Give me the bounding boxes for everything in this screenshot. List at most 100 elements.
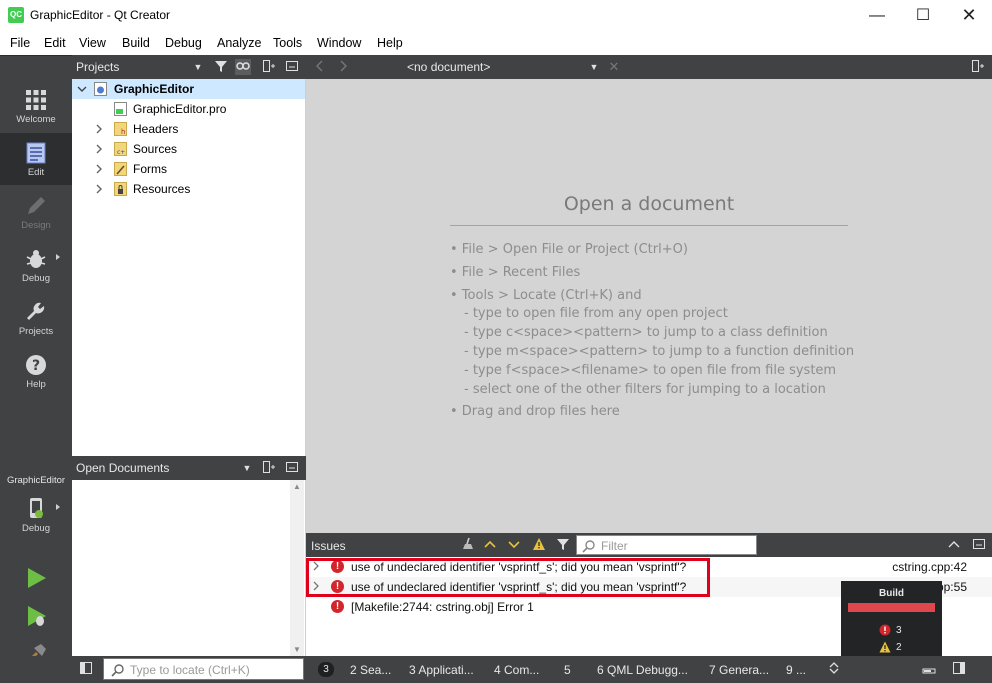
warning-filter-icon[interactable] [531, 537, 547, 553]
tree-item-sources[interactable]: c+ Sources [72, 139, 305, 159]
toggle-right-sidebar-icon[interactable] [951, 661, 967, 677]
mode-help[interactable]: ? Help [0, 345, 72, 397]
close-pane-icon[interactable] [971, 537, 987, 553]
clean-icon[interactable] [459, 537, 475, 553]
mode-label: Welcome [16, 114, 56, 125]
menu-build[interactable]: Build [122, 36, 150, 50]
search-icon [582, 540, 595, 553]
close-button[interactable]: ✕ [946, 0, 992, 31]
split-icon[interactable] [261, 59, 277, 75]
tab-compile-output[interactable]: 4 Com... [494, 663, 539, 677]
locate-input[interactable]: Type to locate (Ctrl+K) [103, 658, 304, 680]
menu-file[interactable]: File [10, 36, 30, 50]
question-icon: ? [26, 355, 46, 375]
chevron-right-icon[interactable] [94, 162, 104, 176]
chevron-up-icon[interactable] [482, 537, 498, 553]
chevron-down-icon[interactable] [77, 82, 87, 96]
scroll-up-icon[interactable]: ▲ [293, 482, 301, 491]
menu-analyze[interactable]: Analyze [217, 36, 261, 50]
close-pane-icon[interactable] [284, 59, 300, 75]
hint-recent-files: • File > Recent Files [450, 265, 581, 280]
caret-right-icon [56, 254, 60, 260]
kit-selector[interactable]: Debug [0, 489, 72, 541]
issues-filter-input[interactable]: Filter [576, 535, 757, 555]
close-pane-icon[interactable] [284, 460, 300, 476]
mode-projects[interactable]: Projects [0, 292, 72, 344]
menu-help[interactable]: Help [377, 36, 403, 50]
menu-tools[interactable]: Tools [273, 36, 302, 50]
menu-edit[interactable]: Edit [44, 36, 66, 50]
mode-selector: Welcome Edit Design Debug Projects ? Hel… [0, 55, 72, 683]
chevron-right-icon[interactable] [94, 182, 104, 196]
issue-location[interactable]: cstring.cpp:42 [892, 560, 967, 574]
issues-count-badge[interactable]: 3 [318, 662, 334, 677]
menu-debug[interactable]: Debug [165, 36, 202, 50]
back-arrow-icon[interactable] [312, 59, 328, 75]
mode-edit[interactable]: Edit [0, 133, 72, 185]
minimize-button[interactable]: — [854, 0, 900, 31]
chevron-up-down-icon[interactable] [826, 661, 842, 677]
maximize-button[interactable]: ☐ [900, 0, 946, 31]
chevron-down-icon[interactable] [506, 537, 522, 553]
tab-application-output[interactable]: 3 Applicati... [409, 663, 474, 677]
run-button[interactable] [24, 566, 48, 590]
qt-project-icon [94, 82, 107, 96]
chevron-right-icon[interactable] [94, 142, 104, 156]
tab-search-results[interactable]: 2 Sea... [350, 663, 391, 677]
build-progress-bar [848, 603, 935, 612]
issues-filter-placeholder: Filter [601, 539, 628, 553]
link-icon[interactable] [235, 59, 251, 75]
editor-area[interactable]: Open a document • File > Open File or Pr… [306, 79, 992, 533]
projects-panel-header: Projects ▼ [72, 55, 306, 79]
title-bar: QC GraphicEditor - Qt Creator — ☐ ✕ [0, 0, 992, 31]
mode-label: Debug [22, 273, 50, 284]
issues-title: Issues [311, 539, 346, 553]
chevron-down-icon[interactable]: ▼ [190, 59, 206, 75]
hint-locate-filters: - select one of the other filters for ju… [464, 382, 826, 397]
tree-label: Forms [133, 162, 167, 176]
divider [450, 225, 848, 226]
forward-arrow-icon[interactable] [335, 59, 351, 75]
highlight-box [306, 558, 710, 597]
tab-qml-debugger[interactable]: 6 QML Debugg... [597, 663, 688, 677]
tab-general-messages[interactable]: 7 Genera... [709, 663, 769, 677]
warning-count: 2 [896, 642, 902, 653]
document-combo[interactable]: <no document> [407, 60, 490, 74]
menu-view[interactable]: View [79, 36, 106, 50]
tab-9[interactable]: 9 ... [786, 663, 806, 677]
debug-run-button[interactable] [24, 604, 48, 628]
filter-icon[interactable] [555, 537, 571, 553]
menu-window[interactable]: Window [317, 36, 361, 50]
open-documents-title: Open Documents [76, 461, 170, 475]
tab-5[interactable]: 5 [564, 663, 571, 677]
chevron-right-icon[interactable] [94, 122, 104, 136]
split-icon[interactable] [970, 59, 986, 75]
scroll-down-icon[interactable]: ▼ [293, 645, 301, 654]
open-documents-list[interactable]: ▲ ▼ [72, 480, 306, 656]
chevron-down-icon[interactable]: ▼ [239, 460, 255, 476]
mode-welcome[interactable]: Welcome [0, 80, 72, 132]
tree-item-forms[interactable]: Forms [72, 159, 305, 179]
wrench-icon [27, 302, 45, 320]
tree-item-project[interactable]: GraphicEditor [72, 79, 305, 99]
qt-creator-logo-icon: QC [8, 7, 24, 23]
hint-open-file: • File > Open File or Project (Ctrl+O) [450, 242, 688, 257]
mode-design[interactable]: Design [0, 186, 72, 238]
close-document-icon[interactable]: ✕ [606, 59, 622, 75]
toggle-sidebar-icon[interactable] [78, 661, 94, 677]
tree-item-resources[interactable]: Resources [72, 179, 305, 199]
filter-icon[interactable] [213, 59, 229, 75]
open-documents-scrollbar[interactable]: ▲ ▼ [290, 480, 304, 656]
mode-debug[interactable]: Debug [0, 239, 72, 291]
tree-label: Resources [133, 182, 191, 196]
collapse-pane-icon[interactable] [946, 537, 962, 553]
progress-details-icon[interactable] [921, 661, 937, 677]
split-icon[interactable] [261, 460, 277, 476]
chevron-down-icon[interactable]: ▼ [586, 59, 602, 75]
tree-item-pro-file[interactable]: GraphicEditor.pro [72, 99, 305, 119]
mode-label: Help [26, 379, 46, 390]
issue-text: [Makefile:2744: cstring.obj] Error 1 [351, 600, 534, 614]
open-document-title: Open a document [306, 193, 992, 215]
mode-label: Edit [27, 167, 45, 178]
tree-item-headers[interactable]: h Headers [72, 119, 305, 139]
